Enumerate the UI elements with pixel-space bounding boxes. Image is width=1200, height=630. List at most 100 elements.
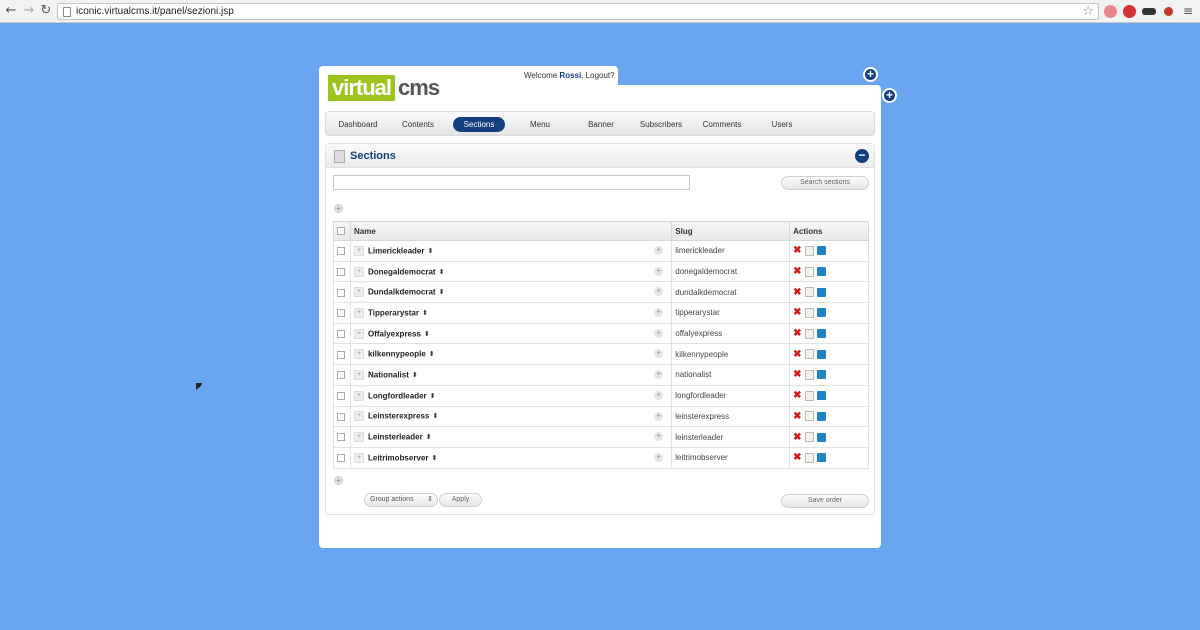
row-checkbox[interactable]: [337, 371, 345, 380]
edit-icon[interactable]: [804, 452, 814, 463]
sort-arrows-icon[interactable]: ⬍: [430, 392, 436, 400]
delete-icon[interactable]: ✖: [793, 266, 801, 277]
sort-arrows-icon[interactable]: ⬍: [429, 350, 435, 358]
open-link-icon[interactable]: [816, 453, 826, 463]
collapse-icon[interactable]: −: [855, 149, 869, 163]
add-icon[interactable]: +: [863, 67, 878, 82]
apply-button[interactable]: Apply: [439, 493, 482, 507]
edit-icon[interactable]: [804, 245, 814, 256]
sort-arrows-icon[interactable]: ⬍: [424, 330, 430, 338]
drag-handle-icon[interactable]: +: [353, 328, 364, 339]
delete-icon[interactable]: ✖: [793, 432, 801, 443]
add-subsection-icon[interactable]: +: [654, 349, 664, 359]
tab-comments[interactable]: Comments: [695, 117, 749, 132]
add-icon[interactable]: +: [882, 88, 897, 103]
section-name[interactable]: Donegaldemocrat: [368, 267, 436, 276]
open-link-icon[interactable]: [816, 308, 826, 318]
open-link-icon[interactable]: [816, 391, 826, 401]
section-name[interactable]: Leinsterexpress: [368, 412, 429, 421]
tab-contents[interactable]: Contents: [392, 117, 444, 132]
row-checkbox[interactable]: [337, 247, 345, 256]
row-checkbox[interactable]: [337, 412, 345, 421]
row-checkbox[interactable]: [337, 433, 345, 442]
add-subsection-icon[interactable]: +: [654, 328, 664, 338]
add-subsection-icon[interactable]: +: [654, 246, 664, 255]
search-sections-button[interactable]: Search sections: [781, 176, 869, 190]
edit-icon[interactable]: [804, 390, 814, 401]
drag-handle-icon[interactable]: +: [353, 390, 364, 401]
section-name[interactable]: Nationalist: [368, 370, 409, 379]
row-checkbox[interactable]: [337, 267, 345, 276]
section-name[interactable]: Leitrimobserver: [368, 453, 428, 462]
edit-icon[interactable]: [804, 328, 814, 339]
address-bar[interactable]: iconic.virtualcms.it/panel/sezioni.jsp ☆: [57, 3, 1099, 20]
logout-link[interactable]: , Logout?: [581, 71, 614, 80]
bookmark-star-icon[interactable]: ☆: [1082, 4, 1094, 19]
sort-arrows-icon[interactable]: ⬍: [427, 247, 433, 255]
sort-arrows-icon[interactable]: ⬍: [439, 268, 445, 276]
open-link-icon[interactable]: [816, 267, 826, 277]
delete-icon[interactable]: ✖: [793, 369, 801, 380]
save-order-button[interactable]: Save order: [781, 494, 869, 508]
extension-adblock-icon[interactable]: [1162, 5, 1175, 18]
open-link-icon[interactable]: [816, 287, 826, 297]
back-arrow-icon[interactable]: ←: [4, 4, 18, 18]
add-subsection-icon[interactable]: +: [654, 411, 664, 421]
drag-handle-icon[interactable]: +: [353, 266, 364, 277]
edit-icon[interactable]: [804, 369, 814, 380]
section-name[interactable]: Tipperarystar: [368, 308, 419, 317]
open-link-icon[interactable]: [816, 349, 826, 359]
tab-sections[interactable]: Sections: [453, 117, 505, 132]
edit-icon[interactable]: [804, 411, 814, 422]
drag-handle-icon[interactable]: +: [353, 369, 364, 380]
drag-handle-icon[interactable]: +: [353, 245, 364, 256]
add-section-icon[interactable]: +: [334, 204, 343, 213]
section-name[interactable]: Limerickleader: [368, 246, 424, 255]
delete-icon[interactable]: ✖: [793, 452, 801, 463]
tab-dashboard[interactable]: Dashboard: [332, 117, 384, 132]
forward-arrow-icon[interactable]: →: [22, 4, 36, 18]
section-name[interactable]: Leinsterleader: [368, 433, 423, 442]
row-checkbox[interactable]: [337, 329, 345, 338]
sort-arrows-icon[interactable]: ⬍: [426, 433, 432, 441]
extension-power-icon[interactable]: [1123, 5, 1136, 18]
section-name[interactable]: Offalyexpress: [368, 329, 421, 338]
add-subsection-icon[interactable]: +: [654, 308, 664, 318]
edit-icon[interactable]: [804, 349, 814, 360]
add-section-icon[interactable]: +: [334, 476, 343, 485]
delete-icon[interactable]: ✖: [793, 411, 801, 422]
sort-arrows-icon[interactable]: ⬍: [412, 371, 418, 379]
extension-glasses-icon[interactable]: [1142, 8, 1156, 15]
add-subsection-icon[interactable]: +: [654, 452, 664, 462]
edit-icon[interactable]: [804, 287, 814, 298]
section-name[interactable]: Longfordleader: [368, 391, 427, 400]
sort-arrows-icon[interactable]: ⬍: [431, 454, 437, 462]
delete-icon[interactable]: ✖: [793, 328, 801, 339]
edit-icon[interactable]: [804, 307, 814, 318]
select-all-checkbox[interactable]: [337, 227, 345, 236]
row-checkbox[interactable]: [337, 392, 345, 401]
row-checkbox[interactable]: [337, 288, 345, 297]
sort-arrows-icon[interactable]: ⬍: [432, 412, 438, 420]
drag-handle-icon[interactable]: +: [353, 287, 364, 298]
delete-icon[interactable]: ✖: [793, 307, 801, 318]
extension-icon[interactable]: [1104, 5, 1117, 18]
delete-icon[interactable]: ✖: [793, 245, 801, 256]
menu-icon[interactable]: ≡: [1181, 4, 1195, 18]
reload-icon[interactable]: ↻: [39, 4, 53, 18]
open-link-icon[interactable]: [816, 246, 826, 256]
open-link-icon[interactable]: [816, 370, 826, 380]
open-link-icon[interactable]: [816, 411, 826, 421]
add-subsection-icon[interactable]: +: [654, 287, 664, 297]
sort-arrows-icon[interactable]: ⬍: [422, 309, 428, 317]
open-link-icon[interactable]: [816, 432, 826, 442]
tab-banner[interactable]: Banner: [575, 117, 627, 132]
add-subsection-icon[interactable]: +: [654, 370, 664, 380]
section-name[interactable]: Dundalkdemocrat: [368, 288, 436, 297]
drag-handle-icon[interactable]: +: [353, 452, 364, 463]
row-checkbox[interactable]: [337, 454, 345, 463]
add-subsection-icon[interactable]: +: [654, 390, 664, 400]
row-checkbox[interactable]: [337, 350, 345, 359]
edit-icon[interactable]: [804, 266, 814, 277]
drag-handle-icon[interactable]: +: [353, 307, 364, 318]
